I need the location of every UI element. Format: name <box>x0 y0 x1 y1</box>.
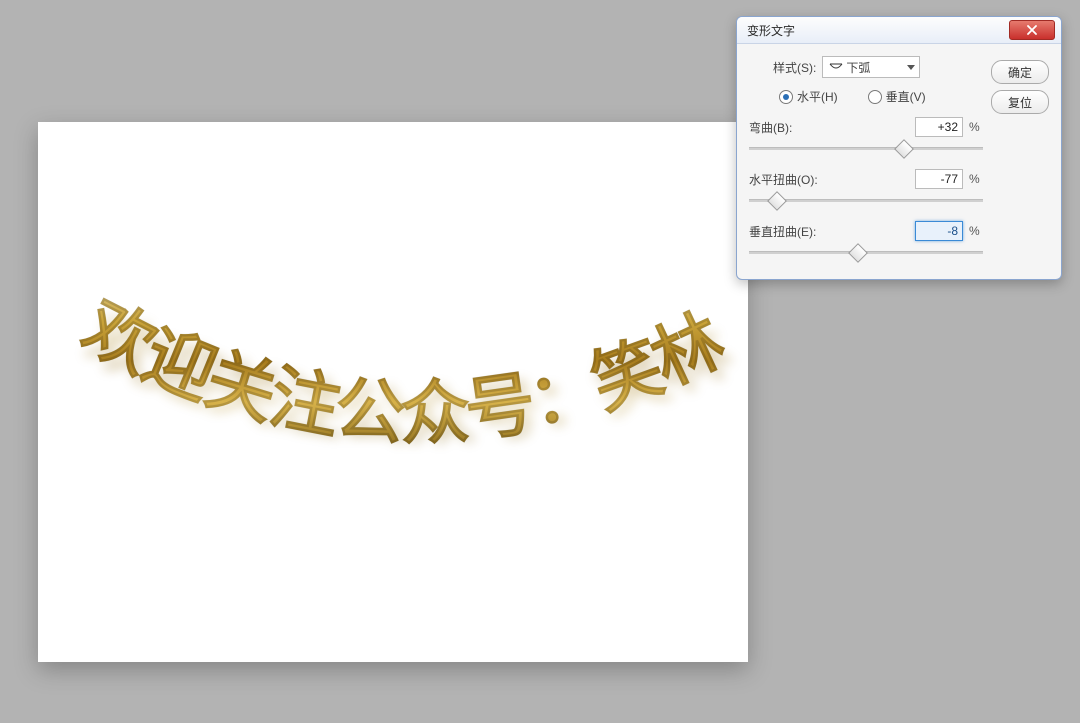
radio-vertical-label: 垂直(V) <box>886 88 926 105</box>
hdist-group: 水平扭曲(O): % <box>749 169 983 207</box>
style-dropdown[interactable]: 下弧 <box>822 56 920 78</box>
slider-thumb-icon[interactable] <box>767 191 787 211</box>
hdist-slider[interactable] <box>749 193 983 207</box>
radio-dot-icon <box>779 90 793 104</box>
style-selected-value: 下弧 <box>846 59 870 76</box>
slider-thumb-icon[interactable] <box>895 139 915 159</box>
radio-horizontal[interactable]: 水平(H) <box>779 88 838 105</box>
radio-dot-icon <box>868 90 882 104</box>
reset-button-label: 复位 <box>1008 94 1032 111</box>
radio-horizontal-label: 水平(H) <box>797 88 838 105</box>
close-button[interactable] <box>1009 20 1055 40</box>
hdist-input[interactable] <box>915 169 963 189</box>
svg-text:欢迎关注公众号：笑林新语: 欢迎关注公众号：笑林新语 <box>34 249 736 453</box>
bend-label: 弯曲(B): <box>749 119 792 136</box>
ok-button-label: 确定 <box>1008 64 1032 81</box>
ok-button[interactable]: 确定 <box>991 60 1049 84</box>
warped-text-art: 欢迎关注公众号：笑林新语 欢迎关注公众号：笑林新语 <box>68 312 728 482</box>
vdist-label: 垂直扭曲(E): <box>749 223 816 240</box>
chevron-down-icon <box>907 65 915 70</box>
close-icon <box>1026 25 1038 35</box>
bend-input[interactable] <box>915 117 963 137</box>
percent-unit: % <box>969 224 983 238</box>
vdist-slider[interactable] <box>749 245 983 259</box>
hdist-label: 水平扭曲(O): <box>749 171 818 188</box>
arc-lower-icon <box>829 62 843 72</box>
dialog-title: 变形文字 <box>747 22 795 39</box>
vdist-input[interactable] <box>915 221 963 241</box>
style-label: 样式(S): <box>773 59 816 76</box>
bend-group: 弯曲(B): % <box>749 117 983 155</box>
svg-text:欢迎关注公众号：笑林新语: 欢迎关注公众号：笑林新语 <box>40 270 743 453</box>
dialog-titlebar[interactable]: 变形文字 <box>737 17 1061 44</box>
bend-slider[interactable] <box>749 141 983 155</box>
slider-thumb-icon[interactable] <box>848 243 868 263</box>
percent-unit: % <box>969 172 983 186</box>
percent-unit: % <box>969 120 983 134</box>
warp-text-dialog: 变形文字 样式(S): 下弧 <box>736 16 1062 280</box>
radio-vertical[interactable]: 垂直(V) <box>868 88 926 105</box>
vdist-group: 垂直扭曲(E): % <box>749 221 983 259</box>
reset-button[interactable]: 复位 <box>991 90 1049 114</box>
document-canvas: 欢迎关注公众号：笑林新语 欢迎关注公众号：笑林新语 <box>38 122 748 662</box>
